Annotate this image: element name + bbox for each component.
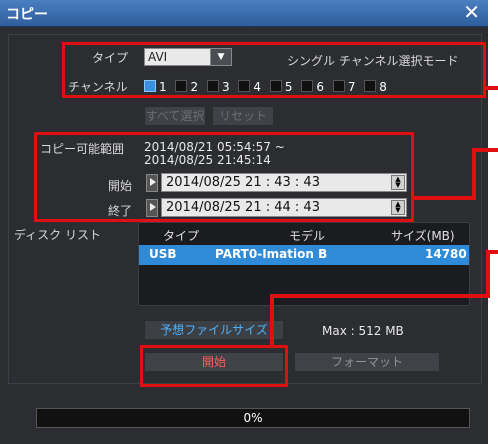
callout-line — [486, 250, 498, 254]
callout-line — [486, 250, 490, 298]
table-row[interactable]: USB PART0-Imation B 14780 — [139, 245, 469, 265]
column-header: サイズ(MB) — [391, 229, 455, 243]
estimate-size-button[interactable]: 予想ファイルサイズ — [144, 320, 284, 340]
callout-line — [270, 294, 274, 346]
disk-type: USB — [149, 247, 177, 261]
column-header: タイプ — [163, 229, 200, 243]
callout-box-start — [140, 345, 288, 387]
disk-size: 14780 — [425, 247, 467, 261]
callout-line — [472, 148, 476, 200]
title-bar: コピー ✕ — [0, 0, 488, 27]
format-button[interactable]: フォーマット — [294, 352, 440, 372]
max-size-text: Max : 512 MB — [322, 324, 404, 338]
callout-box-type — [62, 42, 486, 98]
window-title: コピー — [6, 7, 48, 23]
callout-line — [472, 148, 498, 152]
progress-text: 0% — [243, 411, 263, 425]
disk-list-label: ディスク リスト — [14, 228, 101, 242]
progress-bar: 0% — [36, 408, 470, 428]
column-header: モデル — [289, 229, 326, 243]
callout-line — [414, 196, 476, 200]
callout-line — [486, 86, 498, 90]
select-all-button[interactable]: すべて選択 — [144, 106, 206, 126]
reset-button[interactable]: リセット — [212, 106, 274, 126]
close-icon[interactable]: ✕ — [463, 0, 480, 24]
disk-model: PART0-Imation B — [215, 247, 328, 261]
callout-line — [270, 294, 490, 298]
callout-box-range — [34, 132, 414, 222]
